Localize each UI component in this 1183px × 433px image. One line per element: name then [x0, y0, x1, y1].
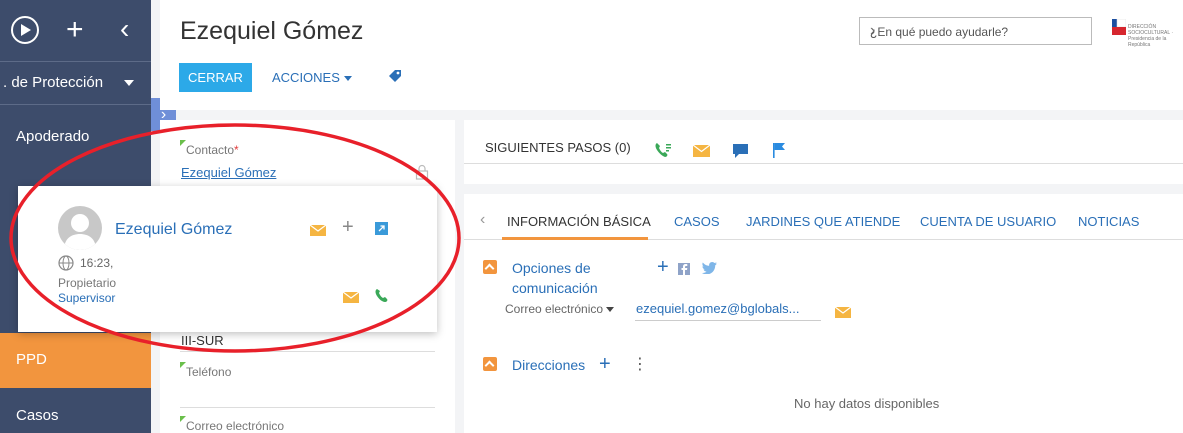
avatar: [58, 206, 102, 250]
nav-item-casos[interactable]: Casos: [0, 388, 151, 433]
contact-mini-card: Ezequiel Gómez 16:23, Propietario Superv…: [18, 186, 437, 332]
owner-value-link[interactable]: Supervisor: [58, 291, 115, 305]
tab-jardines[interactable]: JARDINES QUE ATIENDE: [746, 214, 900, 229]
collapse-addresses-toggle[interactable]: [483, 357, 497, 371]
next-steps-title: SIGUIENTES PASOS (0): [485, 140, 631, 155]
email-icon[interactable]: [342, 290, 360, 308]
email-icon[interactable]: [692, 144, 711, 162]
chevron-left-icon[interactable]: ‹: [120, 14, 129, 44]
email-type-label: Correo electrónico: [505, 302, 604, 316]
comms-title-line1: Opciones de: [512, 260, 591, 276]
chevron-left-icon[interactable]: ‹: [480, 211, 485, 229]
nav-section-label: . de Protección: [3, 74, 104, 91]
phone-icon[interactable]: [654, 142, 672, 163]
lock-icon: [415, 164, 429, 185]
tag-icon[interactable]: [388, 69, 402, 88]
nav-item-label: PPD: [16, 351, 47, 368]
next-steps-bar: SIGUIENTES PASOS (0): [464, 120, 1183, 164]
next-steps-panel: SIGUIENTES PASOS (0): [464, 120, 1183, 184]
tab-noticias[interactable]: NOTICIAS: [1078, 214, 1139, 229]
facebook-icon[interactable]: [678, 262, 690, 280]
chevron-right-icon[interactable]: ›: [870, 22, 1082, 40]
phone-icon[interactable]: [374, 288, 389, 308]
nav-item-apoderado[interactable]: Apoderado: [0, 106, 151, 166]
government-logo-text: DIRECCIÓN SOCIOCULTURAL · Presidencia de…: [1128, 24, 1174, 48]
more-options-icon[interactable]: ⋮: [632, 357, 648, 373]
close-button[interactable]: CERRAR: [179, 63, 252, 92]
open-external-icon[interactable]: [375, 222, 388, 240]
add-icon[interactable]: +: [66, 15, 84, 45]
email-icon[interactable]: [834, 305, 852, 323]
email-icon[interactable]: [309, 223, 327, 241]
comms-section-title: Opciones de comunicación: [512, 258, 598, 298]
add-icon[interactable]: +: [599, 354, 611, 374]
contact-local-time: 16:23,: [80, 256, 114, 270]
tab-informacion-basica[interactable]: INFORMACIÓN BÁSICA: [507, 214, 651, 229]
active-tab-indicator: [502, 237, 648, 240]
globe-icon: [58, 255, 74, 276]
contact-link[interactable]: Ezequiel Gómez: [181, 165, 276, 180]
phone-field-line[interactable]: [180, 407, 435, 408]
tab-cuenta-usuario[interactable]: CUENTA DE USUARIO: [920, 214, 1056, 229]
empty-state-text: No hay datos disponibles: [794, 396, 940, 411]
add-icon[interactable]: +: [342, 217, 354, 237]
caret-down-icon: [343, 76, 352, 82]
page-title: Ezequiel Gómez: [180, 17, 364, 45]
field-divider: [180, 351, 435, 352]
region-value: III-SUR: [181, 333, 224, 348]
play-icon[interactable]: [11, 16, 39, 44]
chat-icon[interactable]: [733, 144, 748, 163]
nav-item-label: Casos: [16, 407, 59, 424]
collapse-comms-toggle[interactable]: [483, 260, 497, 274]
email-value-link[interactable]: ezequiel.gomez@bglobals...: [636, 301, 800, 316]
nav-section-selector[interactable]: . de Protección: [0, 61, 151, 105]
caret-down-icon: [606, 307, 615, 313]
add-icon[interactable]: +: [657, 257, 669, 277]
owner-label: Propietario: [58, 276, 117, 290]
email-type-dropdown[interactable]: Correo electrónico: [505, 302, 615, 316]
government-logo: [1112, 18, 1127, 35]
help-search-input[interactable]: ¿En qué puedo ayudarle? ›: [859, 17, 1092, 45]
contact-label-text: Contacto: [186, 143, 235, 157]
contact-name-link[interactable]: Ezequiel Gómez: [115, 221, 232, 239]
actions-label: ACCIONES: [272, 70, 340, 85]
twitter-icon[interactable]: [702, 261, 717, 279]
nav-item-ppd[interactable]: PPD: [0, 333, 151, 388]
email-field-label: Correo electrónico: [186, 419, 285, 433]
nav-toolbar: + ‹: [0, 0, 151, 60]
required-mark: *: [234, 143, 239, 157]
tab-casos[interactable]: CASOS: [674, 214, 720, 229]
actions-dropdown[interactable]: ACCIONES: [272, 70, 352, 85]
comms-title-line2: comunicación: [512, 280, 598, 296]
email-field-underline: [635, 320, 821, 321]
caret-down-icon: [124, 80, 134, 86]
page-header: Ezequiel Gómez CERRAR ACCIONES ¿En qué p…: [160, 0, 1183, 110]
main-info-panel: ‹ INFORMACIÓN BÁSICA CASOS JARDINES QUE …: [464, 194, 1183, 433]
nav-item-label: Apoderado: [16, 128, 90, 145]
flag-icon[interactable]: [772, 142, 786, 163]
addresses-section-title: Direcciones: [512, 357, 586, 373]
tab-bar: ‹ INFORMACIÓN BÁSICA CASOS JARDINES QUE …: [464, 194, 1183, 240]
contact-field-label: Contacto*: [186, 143, 239, 157]
phone-field-label: Teléfono: [186, 365, 232, 379]
